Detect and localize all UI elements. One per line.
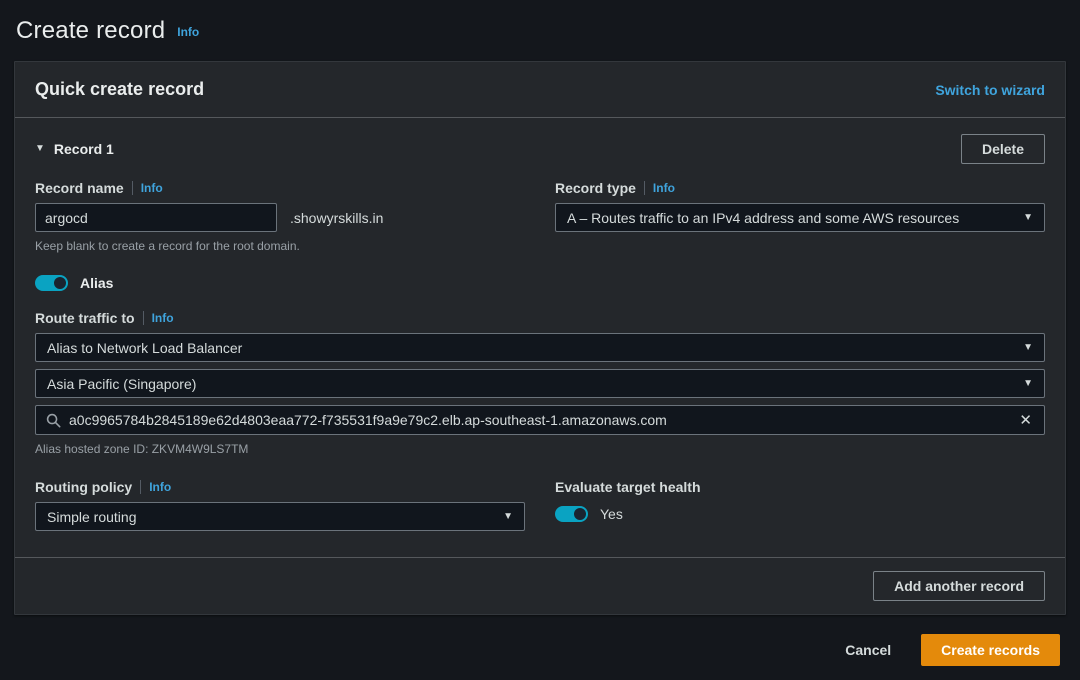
load-balancer-search-field: ✕ xyxy=(35,405,1045,435)
record-type-selected-value: A – Routes traffic to an IPv4 address an… xyxy=(567,209,960,226)
evaluate-health-field-group: Evaluate target health Yes xyxy=(555,479,1045,531)
region-selected-value: Asia Pacific (Singapore) xyxy=(47,375,197,392)
record-header-row: ▼ Record 1 Delete xyxy=(35,134,1045,164)
evaluate-health-label: Evaluate target health xyxy=(555,479,701,495)
panel-header: Quick create record Switch to wizard xyxy=(15,62,1065,118)
alias-toggle[interactable] xyxy=(35,275,68,291)
page-header: Create record Info xyxy=(0,0,1080,45)
label-separator xyxy=(131,181,133,195)
switch-to-wizard-link[interactable]: Switch to wizard xyxy=(935,82,1045,98)
routing-policy-field-group: Routing policy Info Simple routing ▼ xyxy=(35,479,525,531)
page-info-link[interactable]: Info xyxy=(177,25,199,39)
page-title: Create record xyxy=(16,17,166,44)
add-another-record-button[interactable]: Add another record xyxy=(873,571,1045,601)
cancel-button[interactable]: Cancel xyxy=(845,642,891,658)
collapse-arrow-icon: ▼ xyxy=(35,143,45,154)
domain-suffix: .showyrskills.in xyxy=(290,209,384,226)
label-separator xyxy=(140,480,142,494)
record-name-input[interactable] xyxy=(35,203,277,232)
chevron-down-icon: ▼ xyxy=(503,510,513,522)
label-separator xyxy=(142,311,144,325)
bottom-actions: Cancel Create records xyxy=(0,615,1080,666)
delete-button[interactable]: Delete xyxy=(960,134,1045,164)
route-traffic-section: Route traffic to Info Alias to Network L… xyxy=(35,310,1045,456)
create-records-button[interactable]: Create records xyxy=(921,634,1060,666)
clear-icon[interactable]: ✕ xyxy=(1017,413,1034,428)
label-separator xyxy=(643,181,645,195)
routing-policy-select[interactable]: Simple routing ▼ xyxy=(35,502,525,531)
region-select[interactable]: Asia Pacific (Singapore) ▼ xyxy=(35,369,1045,398)
name-type-row: Record name Info .showyrskills.in Keep b… xyxy=(35,180,1045,253)
hosted-zone-note: Alias hosted zone ID: ZKVM4W9LS7TM xyxy=(35,442,249,456)
routing-policy-row: Routing policy Info Simple routing ▼ Eva… xyxy=(35,479,1045,531)
record-name-info-link[interactable]: Info xyxy=(141,181,163,195)
evaluate-health-value: Yes xyxy=(600,506,623,522)
route-traffic-info-link[interactable]: Info xyxy=(152,311,174,325)
record-type-label: Record type xyxy=(555,180,636,196)
evaluate-health-toggle[interactable] xyxy=(555,506,588,522)
panel-body: ▼ Record 1 Delete Record name Info .show… xyxy=(15,118,1065,557)
evaluate-health-toggle-row: Yes xyxy=(555,506,1045,522)
search-icon xyxy=(46,413,61,428)
route-traffic-label: Route traffic to xyxy=(35,310,135,326)
panel-title: Quick create record xyxy=(35,79,205,99)
record-name-label-row: Record name Info xyxy=(35,180,525,196)
record-type-info-link[interactable]: Info xyxy=(653,181,675,195)
endpoint-selected-value: Alias to Network Load Balancer xyxy=(47,339,243,356)
record-type-label-row: Record type Info xyxy=(555,180,1045,196)
quick-create-panel: Quick create record Switch to wizard ▼ R… xyxy=(14,61,1066,615)
record-title: Record 1 xyxy=(53,141,114,157)
alias-toggle-row: Alias xyxy=(35,275,1045,291)
load-balancer-search-input[interactable] xyxy=(69,412,1010,428)
record-name-helper: Keep blank to create a record for the ro… xyxy=(35,239,300,253)
alias-label: Alias xyxy=(80,275,114,291)
record-name-field-group: Record name Info .showyrskills.in Keep b… xyxy=(35,180,525,253)
record-type-select[interactable]: A – Routes traffic to an IPv4 address an… xyxy=(555,203,1045,232)
route-traffic-fields: Alias to Network Load Balancer ▼ Asia Pa… xyxy=(35,333,1045,435)
record-name-label: Record name xyxy=(35,180,124,196)
record-name-input-row: .showyrskills.in xyxy=(35,203,525,232)
chevron-down-icon: ▼ xyxy=(1023,341,1033,353)
record-type-field-group: Record type Info A – Routes traffic to a… xyxy=(555,180,1045,253)
panel-footer: Add another record xyxy=(15,557,1065,614)
routing-policy-info-link[interactable]: Info xyxy=(149,480,171,494)
chevron-down-icon: ▼ xyxy=(1023,377,1033,389)
routing-policy-label: Routing policy xyxy=(35,479,133,495)
record-collapse-toggle[interactable]: ▼ Record 1 xyxy=(35,141,114,157)
routing-policy-label-row: Routing policy Info xyxy=(35,479,525,495)
endpoint-select[interactable]: Alias to Network Load Balancer ▼ xyxy=(35,333,1045,362)
routing-policy-selected-value: Simple routing xyxy=(47,508,137,525)
route-traffic-label-row: Route traffic to Info xyxy=(35,310,1045,326)
chevron-down-icon: ▼ xyxy=(1023,211,1033,223)
